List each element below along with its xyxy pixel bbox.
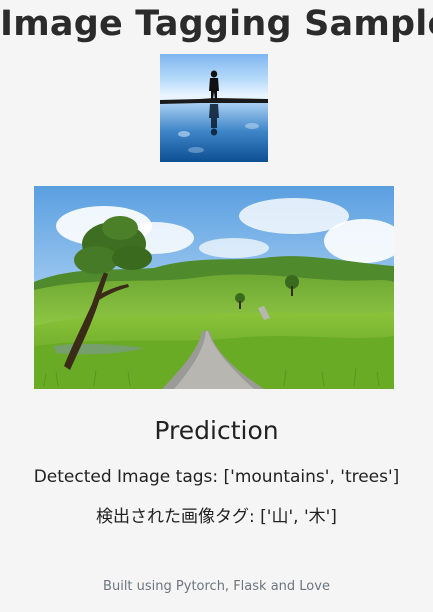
detected-tags-japanese: 検出された画像タグ: ['山', '木'] xyxy=(96,507,337,527)
footer-credit: Built using Pytorch, Flask and Love xyxy=(103,579,330,594)
landscape-image xyxy=(34,186,394,389)
prediction-heading: Prediction xyxy=(154,416,279,445)
page: Image Tagging Sample Prediction Detected… xyxy=(0,0,433,612)
uploaded-thumbnail-image xyxy=(160,54,268,162)
page-title: Image Tagging Sample xyxy=(0,4,433,44)
detected-tags-english: Detected Image tags: ['mountains', 'tree… xyxy=(33,467,400,487)
